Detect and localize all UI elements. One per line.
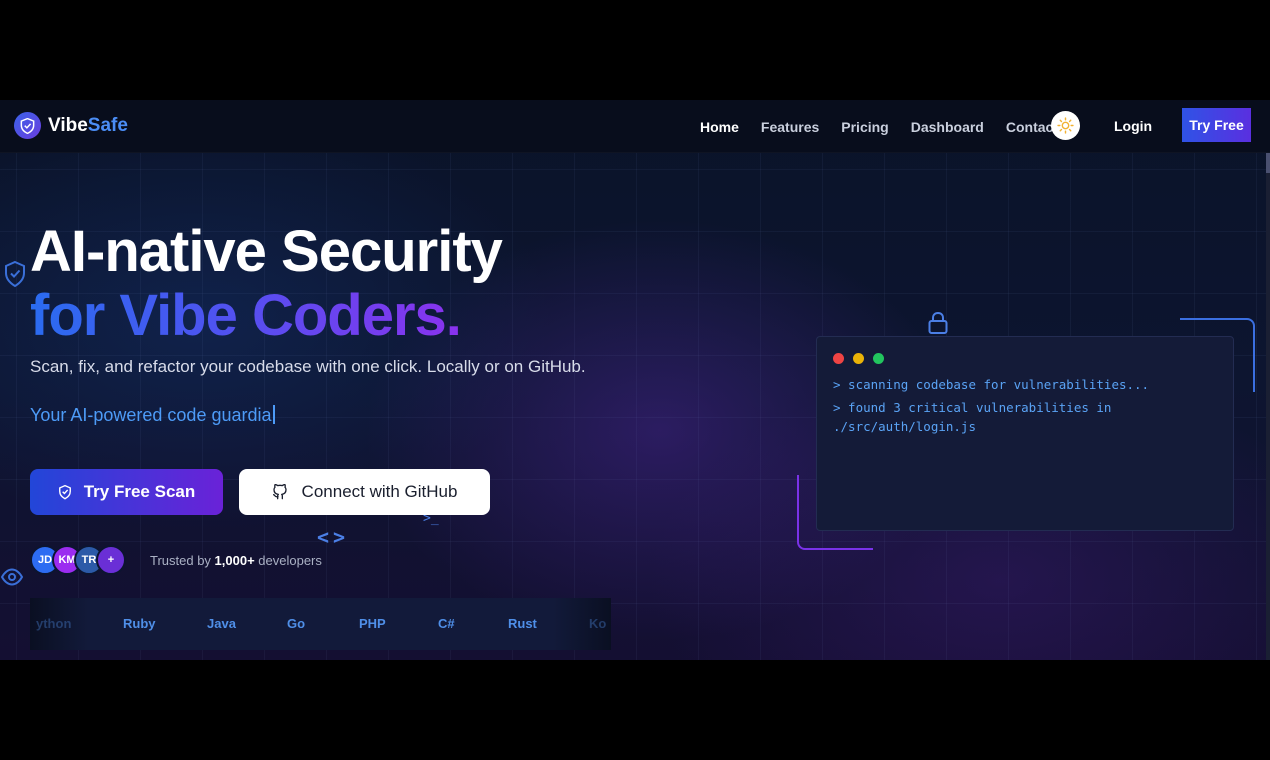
trusted-suffix: developers	[254, 553, 322, 568]
try-free-nav-button[interactable]: Try Free	[1182, 108, 1251, 142]
code-brackets-icon: <>	[317, 525, 350, 549]
avatar-stack: JD KM TR +	[30, 545, 126, 575]
eye-icon	[0, 568, 24, 586]
language-item: PHP	[359, 616, 386, 631]
nav-link-dashboard[interactable]: Dashboard	[911, 119, 984, 135]
minimize-dot-icon	[853, 353, 864, 364]
terminal-line: ./src/auth/login.js	[833, 419, 976, 434]
connect-github-button[interactable]: Connect with GitHub	[239, 469, 490, 515]
language-item: Java	[207, 616, 236, 631]
nav-link-features[interactable]: Features	[761, 119, 819, 135]
try-free-scan-button[interactable]: Try Free Scan	[30, 469, 223, 515]
language-item: Go	[287, 616, 306, 631]
window-controls	[833, 353, 884, 364]
shield-outline-icon	[5, 260, 25, 288]
connect-github-label: Connect with GitHub	[301, 482, 458, 501]
shield-icon	[58, 484, 71, 500]
language-item: Rust	[508, 616, 537, 631]
hero-typing-text: Your AI-powered code guardia	[30, 405, 275, 426]
trusted-by-text: Trusted by 1,000+ developers	[150, 553, 322, 568]
terminal-window: > scanning codebase for vulnerabilities.…	[816, 336, 1234, 531]
language-item: Ruby	[123, 616, 156, 631]
shield-check-icon	[14, 112, 41, 139]
hero-headline-line2: for Vibe Coders.	[30, 283, 462, 348]
nav-link-home[interactable]: Home	[700, 119, 739, 135]
close-dot-icon	[833, 353, 844, 364]
terminal-line: > found 3 critical vulnerabilities in	[833, 400, 1112, 415]
typing-text: Your AI-powered code guardia	[30, 405, 272, 425]
nav-link-pricing[interactable]: Pricing	[841, 119, 888, 135]
brand-name: VibeSafe	[48, 115, 128, 137]
trusted-count: 1,000+	[214, 553, 255, 568]
github-icon	[272, 484, 287, 500]
brand-logo[interactable]: VibeSafe	[14, 112, 128, 139]
top-navbar: VibeSafe Home Features Pricing Dashboard…	[0, 100, 1270, 153]
hero-headline-line1: AI-native Security	[30, 219, 503, 284]
lock-icon	[928, 311, 948, 334]
app-viewport: VibeSafe Home Features Pricing Dashboard…	[0, 100, 1270, 660]
language-item: Ko	[589, 616, 607, 631]
terminal-line: > scanning codebase for vulnerabilities.…	[833, 377, 1150, 392]
maximize-dot-icon	[873, 353, 884, 364]
login-link[interactable]: Login	[1114, 118, 1152, 134]
theme-toggle-button[interactable]	[1051, 111, 1080, 140]
sun-icon	[1057, 117, 1074, 134]
try-free-scan-label: Try Free Scan	[83, 482, 196, 501]
language-item: ython	[36, 616, 72, 631]
page-scrollbar[interactable]	[1266, 153, 1270, 660]
brand-name-accent: Safe	[87, 114, 128, 136]
language-marquee: ython Ruby Java Go PHP C# Rust Ko	[30, 598, 611, 650]
nav-links: Home Features Pricing Dashboard Contact	[700, 100, 1080, 153]
typing-caret	[272, 405, 275, 424]
avatar-more: +	[96, 545, 126, 575]
scrollbar-thumb[interactable]	[1266, 153, 1270, 173]
brand-name-main: Vibe	[48, 114, 88, 136]
trusted-prefix: Trusted by	[150, 553, 215, 568]
hero-subtitle: Scan, fix, and refactor your codebase wi…	[30, 357, 586, 376]
language-item: C#	[438, 616, 455, 631]
